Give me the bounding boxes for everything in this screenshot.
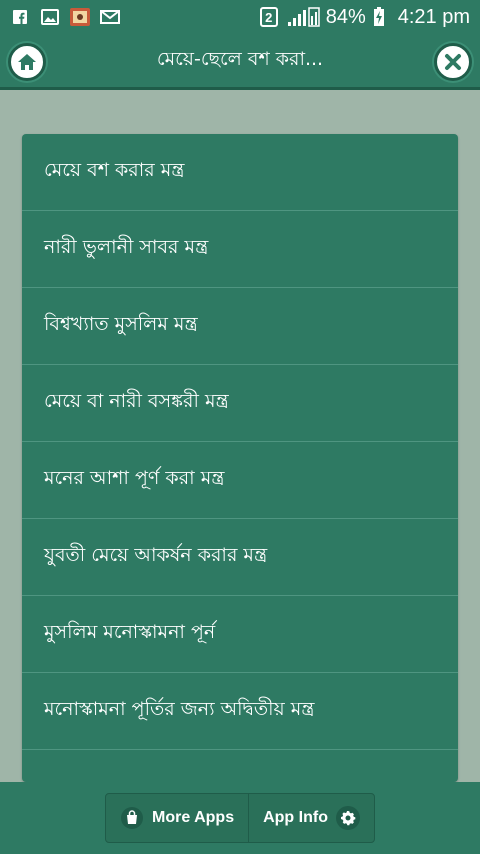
bottom-bar: More Apps App Info: [0, 782, 480, 854]
app-info-button[interactable]: App Info: [248, 794, 374, 842]
list-item[interactable]: বিশ্বখ্যাত মুসলিম মন্ত্র: [22, 288, 458, 365]
list-item[interactable]: নারী ভুলানী সাবর মন্ত্র: [22, 211, 458, 288]
shopping-bag-icon: [120, 806, 144, 830]
sim-slot-icon: 2: [259, 7, 278, 27]
list-item[interactable]: মেয়ে বশ করার মন্ত্র: [22, 134, 458, 211]
mail-icon: [100, 8, 120, 26]
battery-percentage: 84%: [325, 5, 366, 28]
app-icon: [70, 8, 90, 26]
signal-icon: [284, 7, 320, 27]
menu-list: মেয়ে বশ করার মন্ত্র নারী ভুলানী সাবর মন…: [22, 134, 458, 782]
battery-charging-icon: [372, 7, 386, 26]
gallery-icon: [40, 8, 60, 26]
more-apps-label: More Apps: [152, 809, 235, 826]
close-icon: [444, 53, 462, 71]
list-item[interactable]: মুসলিম মনোস্কামনা পূর্ন: [22, 596, 458, 673]
more-apps-button[interactable]: More Apps: [106, 794, 248, 842]
system-status: 2 84% 4:21 pm: [259, 5, 470, 29]
status-bar: 2 84% 4:21 pm: [0, 0, 480, 34]
clock: 4:21 pm: [397, 5, 470, 28]
facebook-icon: [10, 8, 30, 26]
home-button[interactable]: [8, 43, 46, 81]
list-item[interactable]: মেয়ে বা নারী বসঙ্করী মন্ত্র: [22, 365, 458, 442]
home-icon: [17, 52, 37, 72]
gear-icon: [335, 806, 360, 830]
list-item[interactable]: মনোস্কামনা পূর্তির জন্য অদ্বিতীয় মন্ত্র: [22, 673, 458, 750]
close-button[interactable]: [434, 43, 472, 81]
list-item[interactable]: [22, 750, 458, 782]
notification-icons: [10, 8, 120, 26]
app-header: মেয়ে-ছেলে বশ করা...: [0, 34, 480, 90]
footer-button-group: More Apps App Info: [105, 793, 375, 843]
list-item[interactable]: যুবতী মেয়ে আকর্ষন করার মন্ত্র: [22, 519, 458, 596]
list-item[interactable]: মনের আশা পূর্ণ করা মন্ত্র: [22, 442, 458, 519]
app-info-label: App Info: [263, 809, 328, 826]
page-title: মেয়ে-ছেলে বশ করা...: [156, 47, 324, 70]
